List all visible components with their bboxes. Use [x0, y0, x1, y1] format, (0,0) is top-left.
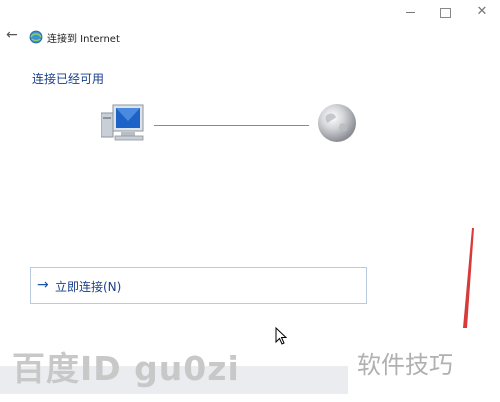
page-title: 连接已经可用	[32, 72, 105, 86]
minimize-button[interactable]	[396, 2, 424, 22]
minimize-icon	[405, 12, 415, 13]
arrow-right-icon: →	[37, 277, 49, 293]
red-annotation-mark	[463, 228, 474, 328]
title-bar: ✕	[0, 0, 500, 24]
connect-now-label: 立即连接(N)	[55, 280, 122, 294]
connect-now-button[interactable]: → 立即连接(N)	[30, 267, 367, 304]
watermark-right: 软件技巧	[357, 351, 453, 379]
computer-icon	[101, 104, 144, 141]
network-icon	[29, 30, 43, 44]
maximize-button[interactable]	[431, 2, 459, 22]
watermark-left: 百度ID gu0zi	[12, 349, 240, 388]
maximize-icon	[439, 7, 451, 18]
nav-bar: ← 连接到 Internet	[0, 24, 500, 50]
back-icon[interactable]: ←	[6, 27, 18, 43]
connection-diagram	[0, 96, 500, 156]
window-title: 连接到 Internet	[47, 34, 120, 45]
connection-line	[154, 125, 309, 126]
globe-icon	[318, 104, 356, 142]
close-button[interactable]: ✕	[468, 2, 496, 22]
close-icon: ✕	[476, 4, 488, 19]
mouse-cursor-icon	[275, 327, 287, 345]
